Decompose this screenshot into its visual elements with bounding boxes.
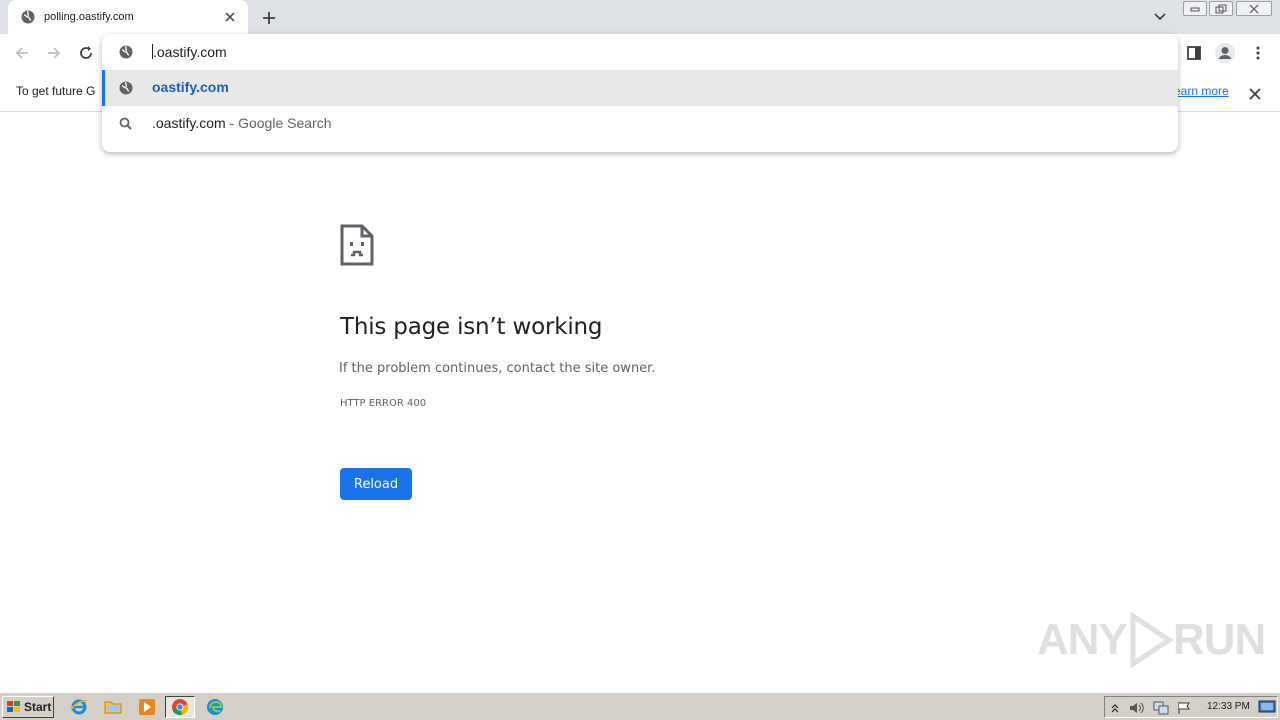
suggestion-item-search[interactable]: .oastify.com - Google Search: [102, 106, 1178, 142]
start-label: Start: [24, 700, 52, 714]
volume-icon[interactable]: [1129, 700, 1145, 719]
ie-icon[interactable]: [68, 697, 90, 717]
windows-logo-icon: [7, 701, 20, 712]
play-icon: [1130, 612, 1173, 668]
chevron-down-icon: [1154, 13, 1166, 21]
error-heading: This page isn’t working: [340, 314, 603, 340]
globe-icon: [20, 9, 36, 25]
system-tray: 12:33 PM: [1104, 696, 1278, 718]
suggestion-item-url[interactable]: oastify.com: [102, 70, 1178, 106]
tab-search-button[interactable]: [1150, 8, 1170, 26]
start-button[interactable]: Start: [2, 696, 54, 718]
chevron-up-icon[interactable]: [1111, 700, 1119, 719]
media-player-icon[interactable]: [136, 697, 158, 717]
address-input: .oastify.com: [152, 44, 227, 60]
reload-page-button[interactable]: Reload: [340, 468, 412, 500]
suggestion-text: oastify.com: [152, 79, 229, 95]
browser-tab[interactable]: polling.oastify.com: [8, 0, 248, 34]
arrow-right-icon: [48, 47, 61, 59]
forward-button[interactable]: [42, 41, 66, 65]
avatar-icon: [1215, 43, 1235, 63]
profile-button[interactable]: [1213, 41, 1237, 65]
info-bar-message: To get future G: [16, 84, 96, 98]
window-close-button[interactable]: [1236, 1, 1272, 16]
reload-button[interactable]: [74, 41, 98, 65]
side-panel-icon: [1187, 46, 1201, 60]
tab-close-icon[interactable]: [222, 9, 238, 25]
watermark-text-left: ANY: [1037, 615, 1128, 664]
menu-button[interactable]: [1246, 41, 1270, 65]
address-bar[interactable]: .oastify.com: [102, 34, 1178, 70]
more-vert-icon: [1256, 46, 1260, 60]
network-icon[interactable]: [1153, 700, 1169, 719]
back-button[interactable]: [10, 41, 34, 65]
omnibox-popup: .oastify.com oastify.com .oastify.com - …: [102, 34, 1178, 152]
suggestion-text: .oastify.com: [152, 115, 226, 131]
folder-icon[interactable]: [102, 697, 124, 717]
new-tab-button[interactable]: [258, 7, 280, 29]
arrow-left-icon: [15, 47, 28, 59]
plus-icon: [263, 12, 275, 24]
watermark-text-right: RUN: [1172, 615, 1266, 664]
info-bar-close-icon[interactable]: [1249, 85, 1261, 104]
watermark-logo: ANY RUN: [1037, 612, 1266, 668]
chrome-icon[interactable]: [165, 696, 195, 718]
minimize-button[interactable]: [1183, 1, 1207, 16]
learn-more-link[interactable]: earn more: [1174, 84, 1229, 98]
address-input-value[interactable]: .oastify.com: [153, 44, 227, 60]
side-panel-button[interactable]: [1182, 41, 1206, 65]
edge-icon[interactable]: [204, 697, 226, 717]
globe-icon: [118, 80, 134, 100]
clock: 12:33 PM: [1207, 701, 1250, 712]
tab-title: polling.oastify.com: [44, 11, 134, 23]
search-icon: [118, 116, 134, 136]
show-desktop-icon[interactable]: [1258, 699, 1276, 718]
restore-button[interactable]: [1209, 1, 1233, 16]
tab-strip: polling.oastify.com: [0, 0, 1280, 34]
error-code: HTTP ERROR 400: [340, 398, 427, 409]
sad-page-icon: [340, 224, 374, 270]
error-message: If the problem continues, contact the si…: [339, 361, 656, 376]
suggestion-suffix: - Google Search: [225, 115, 332, 131]
taskbar: Start 12:33 PM: [0, 692, 1280, 720]
flag-icon[interactable]: [1177, 700, 1191, 719]
refresh-icon: [80, 46, 92, 59]
globe-icon: [118, 44, 134, 64]
